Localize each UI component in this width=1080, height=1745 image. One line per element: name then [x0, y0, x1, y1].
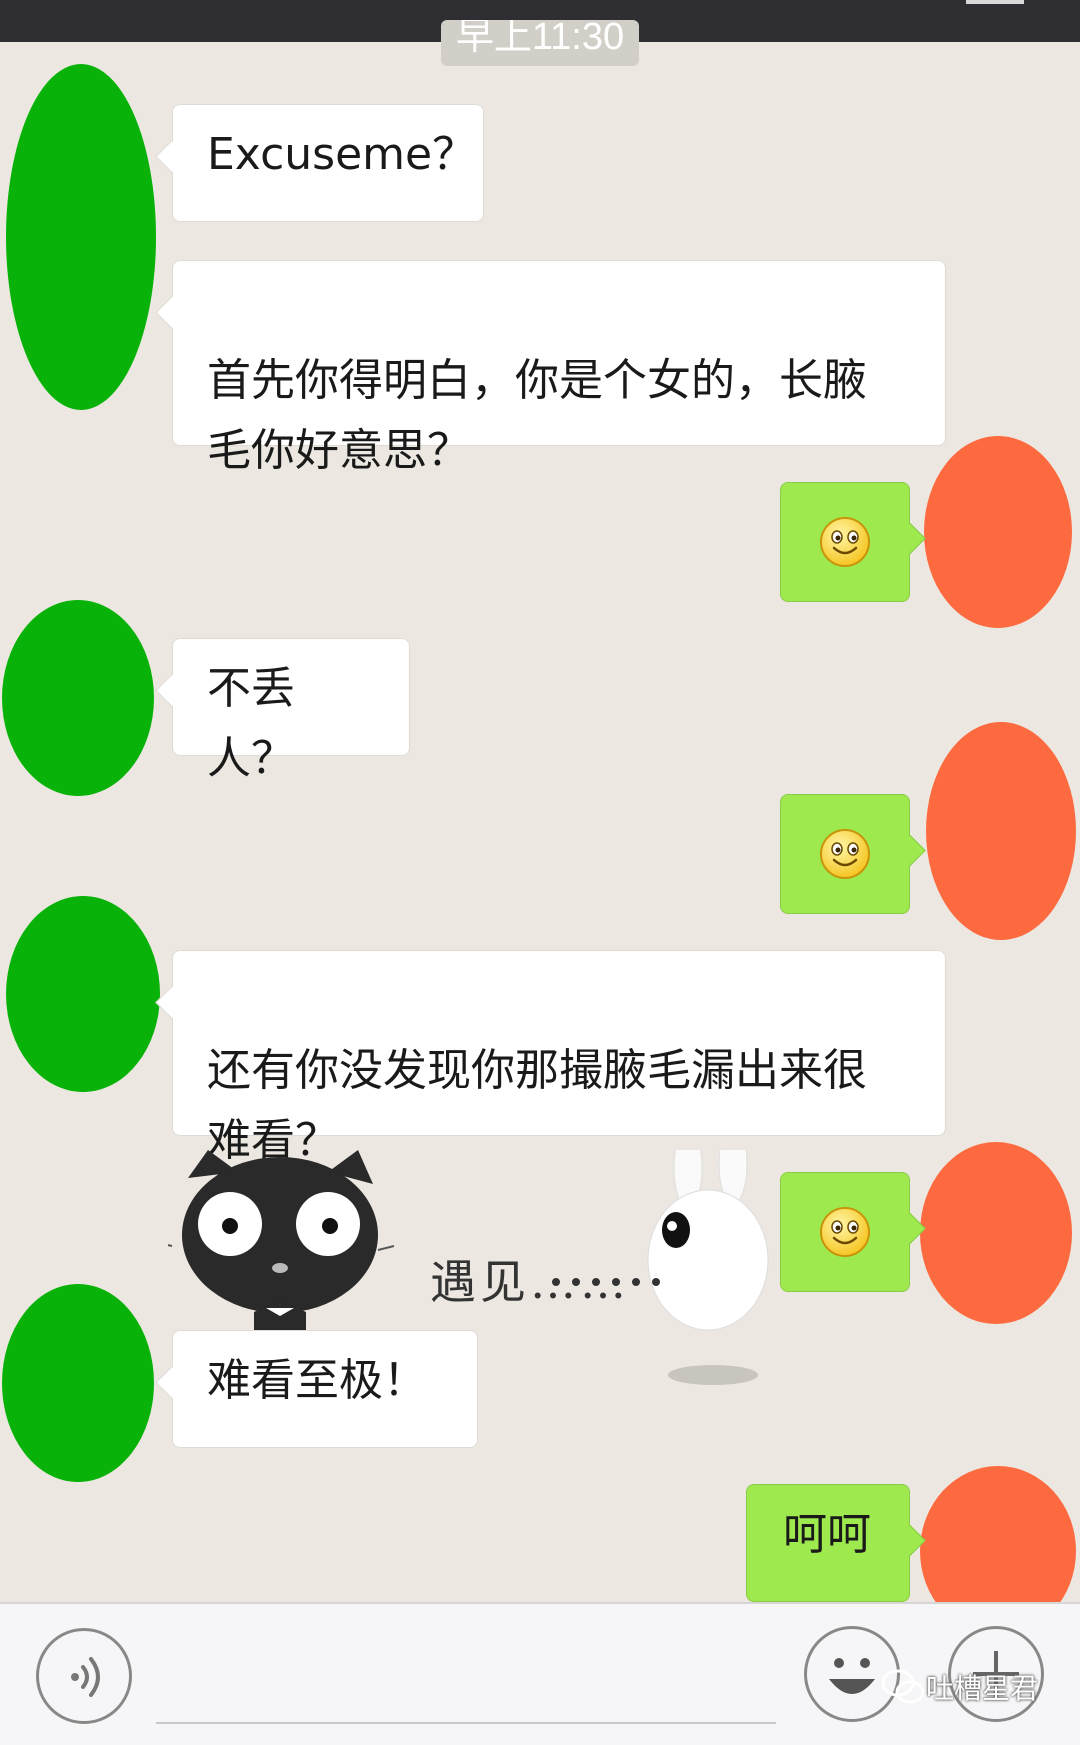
- message-bubble[interactable]: 首先你得明白，你是个女的，长腋 毛你好意思？: [172, 260, 946, 476]
- message-bubble[interactable]: 呵呵: [746, 1484, 910, 1602]
- contact-avatar[interactable]: [6, 64, 156, 410]
- emoji-message-bubble[interactable]: [780, 794, 910, 914]
- chat-input-bar: 吐槽星君: [0, 1602, 1080, 1745]
- my-avatar[interactable]: [926, 722, 1076, 940]
- contact-avatar[interactable]: [6, 896, 160, 1092]
- smiley-icon: [820, 829, 870, 879]
- message-text: 还有你没发现你那撮腋毛漏出来很 难看？: [207, 1045, 867, 1166]
- my-avatar[interactable]: [920, 1142, 1072, 1324]
- watermark: 吐槽星君: [880, 1664, 1038, 1710]
- sticker-caption: 遇见……: [430, 1255, 630, 1309]
- timestamp-badge: 早上11:30: [441, 20, 639, 66]
- contact-avatar[interactable]: [2, 600, 154, 796]
- message-bubble[interactable]: 不丢人？: [172, 638, 410, 784]
- status-indicator: [966, 0, 1024, 4]
- white-bunny-icon: [647, 1123, 769, 1385]
- contact-avatar[interactable]: [2, 1284, 154, 1482]
- message-text: Excuseme？: [207, 129, 477, 180]
- message-text: 不丢人？: [207, 663, 295, 784]
- emoji-message-bubble[interactable]: [780, 482, 910, 602]
- message-input[interactable]: [156, 1722, 776, 1724]
- message-bubble[interactable]: 还有你没发现你那撮腋毛漏出来很 难看？: [172, 950, 946, 1166]
- my-avatar[interactable]: [924, 436, 1072, 628]
- emoji-message-bubble[interactable]: [780, 1172, 910, 1292]
- black-cat-icon: [153, 1150, 395, 1330]
- wechat-icon: [881, 1669, 925, 1704]
- message-bubble[interactable]: Excuseme？: [172, 104, 484, 222]
- voice-icon: [71, 1657, 100, 1697]
- smiley-icon: [820, 1207, 870, 1257]
- smiley-icon: [820, 517, 870, 567]
- watermark-text: 吐槽星君: [926, 1672, 1039, 1705]
- message-text: 呵呵: [783, 1509, 871, 1560]
- message-text: 首先你得明白，你是个女的，长腋 毛你好意思？: [207, 355, 867, 476]
- voice-button[interactable]: [36, 1628, 132, 1724]
